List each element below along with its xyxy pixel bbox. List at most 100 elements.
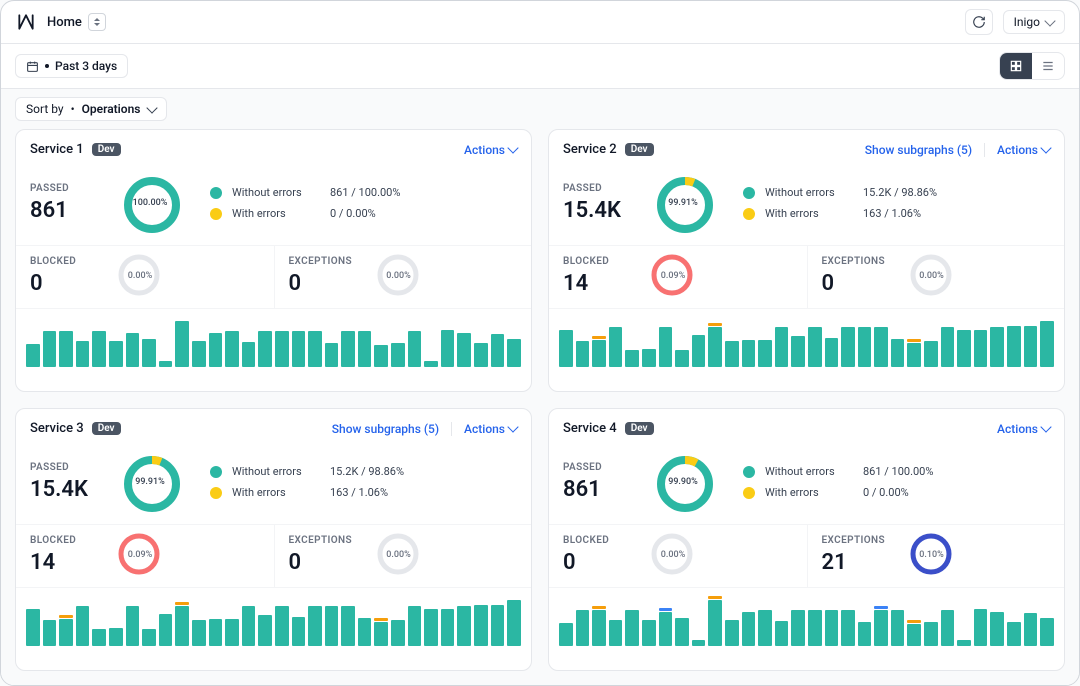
spark-bar (76, 606, 90, 646)
spark-chart (549, 588, 1064, 654)
spark-bar (474, 343, 488, 367)
show-subgraphs-link[interactable]: Show subgraphs (5) (865, 143, 985, 157)
spark-bar (59, 331, 73, 367)
service-card: Service 1 Dev Actions PASSED 861 (15, 129, 532, 392)
spark-bar (126, 606, 140, 646)
spark-bar (841, 610, 855, 646)
spark-chart (16, 588, 531, 654)
spark-bar (175, 321, 189, 367)
blocked-value: 14 (563, 271, 633, 296)
blocked-pct: 0.09% (649, 252, 697, 300)
spark-bar (26, 609, 40, 646)
actions-dropdown[interactable]: Actions (997, 422, 1050, 436)
spark-bar (142, 629, 156, 646)
user-menu[interactable]: Inigo (1003, 10, 1065, 34)
spark-bar (341, 606, 355, 646)
blocked-donut: 0.00% (649, 531, 697, 579)
passed-value: 15.4K (30, 477, 100, 502)
spark-bar (391, 620, 405, 646)
spark-bar (1024, 326, 1038, 367)
spark-bar (941, 327, 955, 367)
cards-grid: Service 1 Dev Actions PASSED 861 (1, 129, 1079, 685)
actions-dropdown[interactable]: Actions (464, 422, 517, 436)
spark-bar (758, 610, 772, 646)
exceptions-label: EXCEPTIONS (822, 256, 892, 267)
spark-bar (424, 361, 438, 367)
spark-bar (708, 323, 722, 367)
spark-bar (1007, 622, 1021, 646)
spark-bar (858, 327, 872, 367)
spark-bar (126, 333, 140, 368)
spark-bar (990, 327, 1004, 367)
show-subgraphs-link[interactable]: Show subgraphs (5) (332, 422, 452, 436)
spark-bar (609, 620, 623, 646)
spark-bar (175, 602, 189, 646)
spark-bar (675, 350, 689, 367)
legend-without-errors: Without errors 15.2K / 98.86% (743, 186, 1050, 199)
legend-with-errors: With errors 0 / 0.00% (210, 207, 517, 220)
legend-with-errors: With errors 163 / 1.06% (210, 486, 517, 499)
spark-bar (292, 331, 306, 367)
spark-bar (576, 341, 590, 367)
spark-bar (758, 340, 772, 367)
spark-bar (441, 609, 455, 646)
spark-bar (559, 623, 573, 646)
spark-bar (43, 331, 57, 367)
spark-bar (891, 610, 905, 646)
exceptions-pct: 0.00% (375, 531, 423, 579)
exceptions-value: 0 (289, 550, 359, 575)
exceptions-label: EXCEPTIONS (822, 535, 892, 546)
service-name: Service 3 (30, 421, 84, 436)
spark-bar (642, 349, 656, 367)
chevron-down-icon (1040, 142, 1051, 153)
spark-bar (159, 614, 173, 646)
spark-bar (225, 619, 239, 646)
exceptions-value: 0 (822, 271, 892, 296)
passed-value: 15.4K (563, 198, 633, 223)
breadcrumb[interactable]: Home (47, 13, 106, 31)
user-name: Inigo (1014, 15, 1040, 29)
sort-dropdown[interactable]: Sort by • Operations (15, 97, 167, 121)
exceptions-pct: 0.00% (908, 252, 956, 300)
spark-chart (16, 309, 531, 375)
spark-bar (891, 339, 905, 367)
blocked-label: BLOCKED (30, 535, 100, 546)
refresh-button[interactable] (965, 9, 993, 35)
spark-bar (325, 606, 339, 646)
actions-dropdown[interactable]: Actions (464, 143, 517, 157)
service-name: Service 1 (30, 142, 84, 157)
passed-label: PASSED (563, 183, 633, 194)
list-icon (1041, 59, 1055, 73)
grid-view-button[interactable] (1000, 53, 1032, 79)
actions-dropdown[interactable]: Actions (997, 143, 1050, 157)
list-view-button[interactable] (1032, 53, 1064, 79)
spark-chart (549, 309, 1064, 375)
legend-dot-teal (210, 466, 222, 478)
env-badge: Dev (92, 422, 121, 435)
date-range-picker[interactable]: Past 3 days (15, 54, 128, 78)
spark-bar (109, 628, 123, 646)
toolbar: Past 3 days (1, 44, 1079, 89)
spark-bar (742, 340, 756, 367)
blocked-value: 0 (30, 271, 100, 296)
spark-bar (924, 622, 938, 646)
spark-bar (974, 609, 988, 646)
calendar-icon (26, 60, 39, 73)
spark-bar (957, 640, 971, 646)
spark-bar (341, 331, 355, 367)
chevron-down-icon (507, 142, 518, 153)
service-card: Service 4 Dev Actions PASSED 861 (548, 408, 1065, 671)
env-badge: Dev (625, 422, 654, 435)
passed-label: PASSED (30, 462, 100, 473)
spark-bar (808, 327, 822, 367)
spark-bar (507, 339, 521, 367)
chevron-down-icon (1040, 421, 1051, 432)
spark-bar (941, 610, 955, 646)
spark-bar (491, 605, 505, 646)
breadcrumb-sort-icon (88, 13, 106, 31)
exceptions-label: EXCEPTIONS (289, 535, 359, 546)
spark-bar (1024, 613, 1038, 646)
exceptions-value: 21 (822, 550, 892, 575)
exceptions-pct: 0.10% (908, 531, 956, 579)
spark-bar (1040, 618, 1054, 646)
